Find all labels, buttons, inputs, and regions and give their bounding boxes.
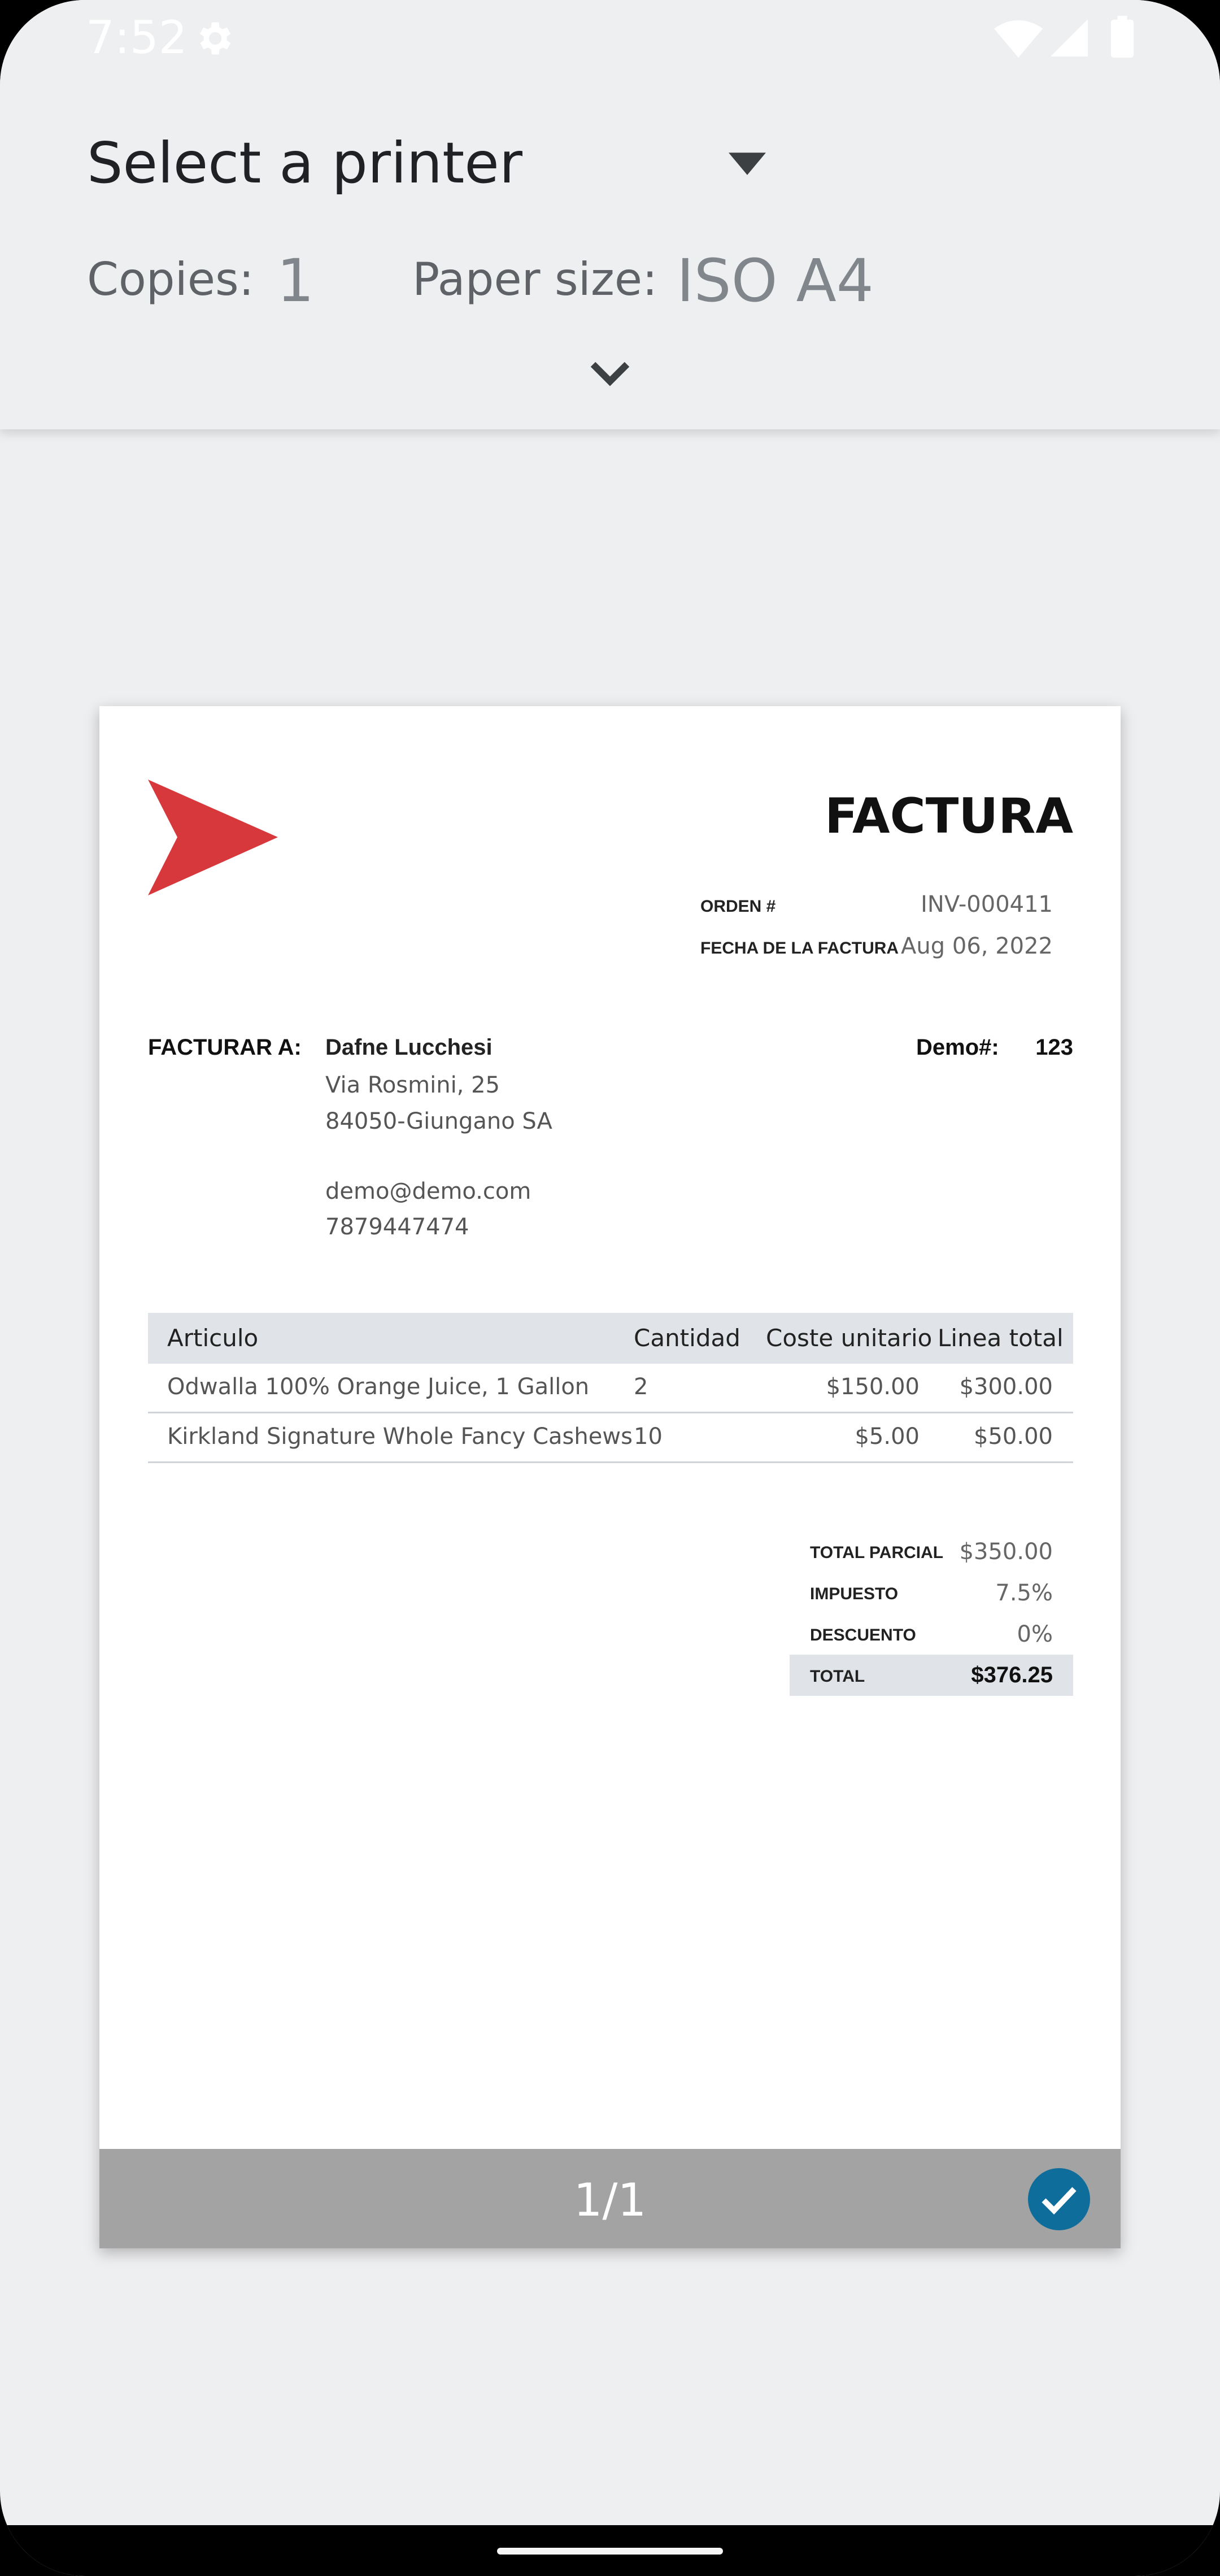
tax-label: IMPUESTO (810, 1585, 899, 1603)
discount-label: DESCUENTO (810, 1626, 916, 1644)
table-header: Articulo Cantidad Coste unitario Linea t… (148, 1313, 1073, 1364)
tax-row: IMPUESTO 7.5% (790, 1572, 1073, 1613)
copies-label: Copies: (87, 253, 254, 306)
grand-total-row: TOTAL $376.25 (790, 1655, 1073, 1696)
order-number-label: ORDEN # (700, 897, 776, 916)
row-qty: 2 (634, 1374, 648, 1400)
demo-value: 123 (1035, 1035, 1073, 1060)
table-row: Odwalla 100% Orange Juice, 1 Gallon 2 $1… (148, 1364, 1073, 1413)
paper-size-select[interactable]: ISO A4 (677, 246, 874, 315)
print-preview-page[interactable]: FACTURA ORDEN # INV-000411 FECHA DE LA F… (99, 706, 1121, 2248)
client-name: Dafne Lucchesi (325, 1035, 493, 1060)
settings-gear-icon (199, 22, 231, 55)
cell-signal-icon (1051, 19, 1088, 56)
client-email: demo@demo.com (325, 1178, 531, 1204)
page-indicator: 1/1 (573, 2174, 647, 2226)
printer-select-label: Select a printer (87, 130, 522, 196)
print-options-panel: 7:52 Select a printer Copies: 1 Paper si… (0, 0, 1220, 429)
row-qty: 10 (634, 1424, 663, 1450)
demo-label: Demo#: (916, 1035, 999, 1060)
copies-input[interactable]: 1 (277, 246, 314, 315)
order-number-value: INV-000411 (921, 891, 1053, 917)
row-item: Kirkland Signature Whole Fancy Cashews (167, 1424, 633, 1450)
subtotal-label: TOTAL PARCIAL (810, 1543, 944, 1562)
row-unit-cost: $5.00 (855, 1424, 920, 1450)
printer-select-dropdown[interactable]: Select a printer (85, 119, 774, 209)
row-line-total: $50.00 (974, 1424, 1053, 1450)
print-screen: 7:52 Select a printer Copies: 1 Paper si… (0, 0, 1220, 2576)
table-row: Kirkland Signature Whole Fancy Cashews 1… (148, 1413, 1073, 1463)
client-address-line1: Via Rosmini, 25 (325, 1072, 500, 1098)
paper-size-label: Paper size: (412, 253, 658, 306)
page-selected-check-icon[interactable] (1028, 2168, 1090, 2230)
total-label: TOTAL (810, 1667, 865, 1686)
subtotal-value: $350.00 (959, 1539, 1053, 1565)
client-phone: 7879447474 (325, 1214, 469, 1240)
battery-icon (1110, 16, 1134, 58)
status-time: 7:52 (86, 11, 188, 64)
invoice-title: FACTURA (825, 788, 1073, 845)
column-header-item: Articulo (167, 1324, 259, 1352)
status-bar: 7:52 (0, 0, 1220, 79)
client-address-line2: 84050-Giungano SA (325, 1108, 552, 1134)
company-logo-arrow-icon (148, 780, 278, 895)
bill-to-label: FACTURAR A: (148, 1035, 302, 1060)
row-line-total: $300.00 (959, 1374, 1053, 1400)
invoice-date-value: Aug 06, 2022 (901, 933, 1053, 959)
invoice-date-label: FECHA DE LA FACTURA (700, 939, 899, 958)
totals-block: TOTAL PARCIAL $350.00 IMPUESTO 7.5% DESC… (790, 1531, 1073, 1696)
total-value: $376.25 (971, 1663, 1053, 1687)
subtotal-row: TOTAL PARCIAL $350.00 (790, 1531, 1073, 1572)
discount-row: DESCUENTO 0% (790, 1613, 1073, 1655)
wifi-icon (994, 20, 1043, 58)
column-header-line-total: Linea total (938, 1324, 1064, 1352)
row-item: Odwalla 100% Orange Juice, 1 Gallon (167, 1374, 590, 1400)
navigation-bar (0, 2525, 1220, 2576)
home-gesture-handle[interactable] (497, 2548, 723, 2555)
discount-value: 0% (1017, 1621, 1053, 1647)
column-header-qty: Cantidad (634, 1324, 740, 1352)
expand-options-chevron-icon[interactable] (587, 356, 633, 390)
items-table: Articulo Cantidad Coste unitario Linea t… (148, 1313, 1073, 1463)
tax-value: 7.5% (995, 1580, 1053, 1606)
row-unit-cost: $150.00 (826, 1374, 920, 1400)
dropdown-arrow-icon (729, 153, 766, 175)
column-header-unit-cost: Coste unitario (766, 1324, 933, 1352)
page-selection-bar: 1/1 (99, 2149, 1121, 2248)
